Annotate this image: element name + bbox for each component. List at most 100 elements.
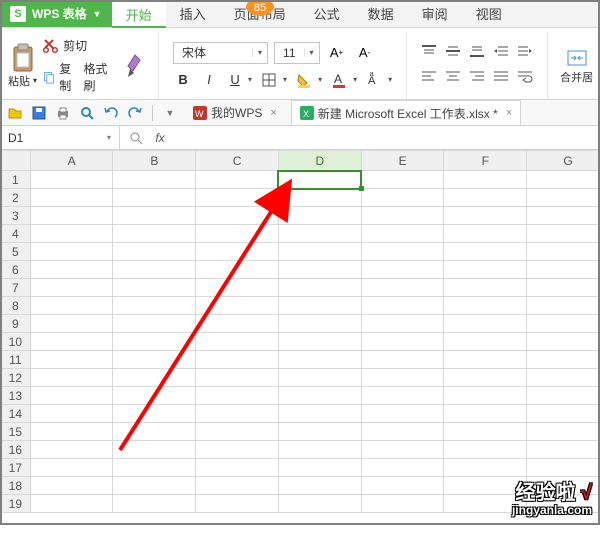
cut-button[interactable]: 剪切 [43,37,111,54]
cell[interactable] [278,423,361,441]
update-badge[interactable]: 85 [245,0,275,19]
borders-button[interactable] [258,70,280,90]
cell[interactable] [278,243,361,261]
close-icon[interactable]: × [506,107,512,119]
close-icon[interactable]: × [270,107,276,119]
align-middle-button[interactable] [445,44,461,63]
tab-start[interactable]: 开始 [112,0,166,27]
select-all-corner[interactable] [1,151,31,171]
cell[interactable] [30,315,113,333]
cell[interactable] [361,315,444,333]
doc-tab-xlsx[interactable]: X 新建 Microsoft Excel 工作表.xlsx * × [291,100,521,125]
row-header[interactable]: 16 [1,441,31,459]
cell[interactable] [278,225,361,243]
cell[interactable] [113,441,196,459]
decrease-indent-button[interactable] [493,44,509,63]
cell[interactable] [361,261,444,279]
col-header[interactable]: A [30,151,113,171]
cell[interactable] [30,189,113,207]
cell[interactable] [196,279,279,297]
cell[interactable] [196,405,279,423]
cell[interactable] [527,459,600,477]
cell[interactable] [113,315,196,333]
cell[interactable] [361,243,444,261]
cell[interactable] [196,315,279,333]
cell[interactable] [113,171,196,189]
cell[interactable] [278,261,361,279]
cell[interactable] [196,297,279,315]
cell[interactable] [361,441,444,459]
doc-tab-mywps[interactable]: W 我的WPS × [185,100,285,125]
cell[interactable] [444,459,527,477]
increase-indent-button[interactable] [517,44,533,63]
cell[interactable] [361,459,444,477]
row-header[interactable]: 7 [1,279,31,297]
cell[interactable] [527,171,600,189]
cell[interactable] [278,459,361,477]
cell[interactable] [196,477,279,495]
row-header[interactable]: 13 [1,387,31,405]
cell[interactable] [278,297,361,315]
merge-center-button[interactable]: 合并居 [554,47,599,85]
cell[interactable] [527,243,600,261]
cell[interactable] [196,441,279,459]
name-box[interactable]: D1 ▾ [0,126,120,149]
cell[interactable] [444,333,527,351]
cell[interactable] [113,297,196,315]
cell[interactable] [527,441,600,459]
cell[interactable] [30,333,113,351]
justify-button[interactable] [493,69,509,88]
cell[interactable] [444,369,527,387]
cell[interactable] [196,369,279,387]
cell[interactable] [30,423,113,441]
cell[interactable] [30,279,113,297]
col-header-selected[interactable]: D [278,151,361,171]
row-header[interactable]: 17 [1,459,31,477]
cell[interactable] [196,351,279,369]
cell[interactable] [444,297,527,315]
cell[interactable] [444,189,527,207]
redo-button[interactable] [126,104,144,122]
cell[interactable] [278,333,361,351]
align-center-button[interactable] [445,69,461,88]
cell[interactable] [444,225,527,243]
row-header[interactable]: 8 [1,297,31,315]
cell[interactable] [278,315,361,333]
cell[interactable] [278,207,361,225]
row-header[interactable]: 9 [1,315,31,333]
sheet-grid[interactable]: A B C D E F G 12345678910111213141516171… [0,150,600,513]
cell[interactable] [444,405,527,423]
align-bottom-button[interactable] [469,44,485,63]
cell[interactable] [113,225,196,243]
row-header[interactable]: 18 [1,477,31,495]
cell[interactable] [113,423,196,441]
cell[interactable] [361,423,444,441]
cell[interactable] [196,207,279,225]
cell[interactable] [30,261,113,279]
cell[interactable] [361,225,444,243]
cell[interactable] [361,297,444,315]
cell[interactable] [113,477,196,495]
cell[interactable] [527,189,600,207]
cell[interactable] [196,333,279,351]
row-header[interactable]: 10 [1,333,31,351]
cell[interactable] [361,495,444,513]
cell[interactable] [113,495,196,513]
cell[interactable] [444,261,527,279]
cell[interactable] [527,333,600,351]
col-header[interactable]: B [113,151,196,171]
cell[interactable] [196,261,279,279]
tab-insert[interactable]: 插入 [166,0,220,27]
cell[interactable] [278,495,361,513]
row-header[interactable]: 3 [1,207,31,225]
cell[interactable] [30,297,113,315]
cell[interactable] [527,351,600,369]
cell[interactable] [113,189,196,207]
wrap-text-button[interactable] [517,69,533,88]
cell[interactable] [30,477,113,495]
underline-button[interactable]: U [225,72,245,87]
col-header[interactable]: G [527,151,600,171]
cell[interactable] [527,279,600,297]
cell[interactable] [444,441,527,459]
cell[interactable] [444,423,527,441]
